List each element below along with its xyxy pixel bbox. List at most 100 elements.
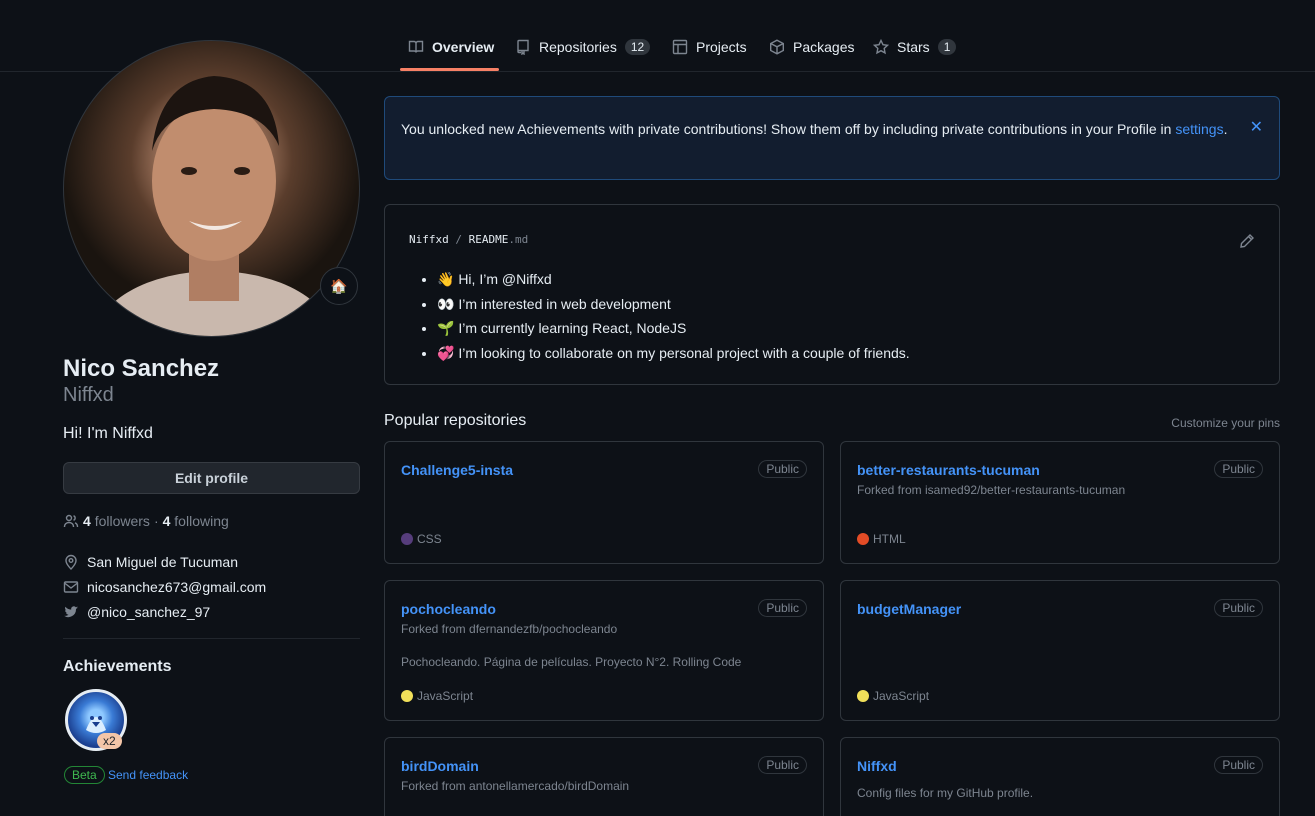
star-icon [873, 39, 889, 55]
twitter-icon [64, 606, 78, 618]
repo-language: CSS [401, 532, 442, 546]
repo-language: JavaScript [857, 689, 929, 703]
visibility-badge: Public [758, 599, 807, 617]
followers-count: 4 [83, 513, 91, 529]
tab-repositories[interactable]: Repositories 12 [515, 30, 651, 64]
visibility-badge: Public [758, 460, 807, 478]
readme-item: 💞️ I’m looking to collaborate on my pers… [437, 341, 910, 366]
followers-label: followers [94, 513, 150, 529]
readme-card: Niffxd / README.md 👋 Hi, I’m @Niffxd 👀 I… [384, 204, 1280, 385]
email-item: nicosanchez673@gmail.com [63, 579, 266, 595]
twitter-link[interactable]: @nico_sanchez_97 [87, 604, 210, 620]
repo-name-link[interactable]: Niffxd [857, 758, 897, 774]
active-tab-indicator [400, 68, 499, 71]
banner-suffix: . [1223, 121, 1228, 137]
visibility-badge: Public [1214, 599, 1263, 617]
settings-link[interactable]: settings [1175, 121, 1223, 137]
followers-link[interactable]: 4 followers [83, 513, 150, 529]
mail-icon [63, 581, 79, 593]
fork-source: Forked from antonellamercado/birdDomain [401, 779, 630, 793]
language-color-dot [857, 533, 869, 545]
tab-label: Overview [432, 39, 495, 55]
readme-item: 👀 I’m interested in web development [437, 292, 910, 317]
tab-packages[interactable]: Packages [769, 30, 854, 64]
repo-name-link[interactable]: pochocleando [401, 601, 496, 617]
location-item: San Miguel de Tucuman [63, 554, 238, 570]
avatar[interactable] [63, 40, 360, 337]
following-count: 4 [162, 513, 171, 529]
achievements-banner: You unlocked new Achievements with priva… [384, 96, 1280, 180]
close-icon[interactable]: ✕ [1250, 117, 1263, 138]
send-feedback-link[interactable]: Send feedback [108, 768, 188, 782]
edit-profile-button[interactable]: Edit profile [63, 462, 360, 494]
visibility-badge: Public [1214, 756, 1263, 774]
book-icon [408, 40, 424, 53]
tab-label: Projects [696, 39, 747, 55]
language-name: HTML [873, 532, 906, 546]
readme-item: 👋 Hi, I’m @Niffxd [437, 267, 910, 292]
tab-stars[interactable]: Stars 1 [873, 30, 957, 64]
readme-item: 🌱 I’m currently learning React, NodeJS [437, 316, 910, 341]
location-icon [65, 554, 77, 570]
repo-description: Config files for my GitHub profile. [857, 786, 1034, 800]
popular-repos-title: Popular repositories [384, 412, 527, 429]
sidebar-divider [63, 638, 360, 639]
visibility-badge: Public [758, 756, 807, 774]
beta-label: Beta [64, 766, 105, 784]
badge-multiplier: x2 [97, 733, 122, 749]
repo-description: Pochocleando. Página de películas. Proye… [401, 655, 742, 669]
repo-icon [517, 39, 529, 55]
readme-ext: .md [508, 233, 529, 246]
fork-source: Forked from dfernandezfb/pochocleando [401, 622, 618, 636]
repo-name-link[interactable]: Challenge5-insta [401, 462, 513, 478]
following-label: following [174, 513, 229, 529]
language-name: CSS [417, 532, 442, 546]
language-color-dot [401, 533, 413, 545]
tab-overview[interactable]: Overview [408, 30, 494, 64]
house-emoji-icon: 🏠 [330, 277, 348, 294]
stars-count: 1 [937, 39, 957, 55]
repo-card: birdDomain Public Forked from antonellam… [384, 737, 824, 816]
tab-label: Packages [793, 39, 855, 55]
repo-language: JavaScript [401, 689, 473, 703]
package-icon [770, 39, 784, 55]
language-name: JavaScript [873, 689, 930, 703]
repo-card: better-restaurants-tucuman Public Forked… [840, 441, 1280, 564]
following-link[interactable]: 4 following [163, 513, 229, 529]
language-color-dot [401, 690, 413, 702]
profile-login: Niffxd [63, 384, 114, 406]
repo-card: Niffxd Public Config files for my GitHub… [840, 737, 1280, 816]
achievements-title: Achievements [63, 658, 172, 675]
profile-name: Nico Sanchez [63, 355, 220, 382]
readme-list: 👋 Hi, I’m @Niffxd 👀 I’m interested in we… [437, 267, 910, 365]
repositories-count: 12 [624, 39, 651, 55]
table-icon [672, 39, 688, 55]
repo-name-link[interactable]: budgetManager [857, 601, 961, 617]
follow-stats: 4 followers · 4 following [63, 513, 229, 529]
readme-file[interactable]: README [469, 233, 509, 246]
readme-owner[interactable]: Niffxd [409, 233, 449, 246]
people-icon [63, 514, 79, 528]
set-status-button[interactable]: 🏠 [320, 267, 358, 305]
email-link[interactable]: nicosanchez673@gmail.com [87, 579, 266, 595]
tab-projects[interactable]: Projects [672, 30, 747, 64]
fork-source: Forked from isamed92/better-restaurants-… [857, 483, 1126, 497]
repo-card: budgetManager Public JavaScript [840, 580, 1280, 721]
customize-pins-link[interactable]: Customize your pins [1171, 416, 1280, 430]
readme-path: Niffxd / README.md [409, 233, 528, 246]
language-color-dot [857, 690, 869, 702]
repo-name-link[interactable]: birdDomain [401, 758, 479, 774]
profile-bio: Hi! I'm Niffxd [63, 425, 153, 442]
visibility-badge: Public [1214, 460, 1263, 478]
readme-edit-button[interactable] [1239, 233, 1255, 249]
path-separator: / [455, 233, 462, 246]
avatar-portrait [94, 76, 334, 336]
banner-text: You unlocked new Achievements with priva… [401, 121, 1172, 137]
repo-card: pochocleando Public Forked from dfernand… [384, 580, 824, 721]
location-text: San Miguel de Tucuman [87, 554, 238, 570]
tab-label: Repositories [539, 39, 617, 55]
twitter-item: @nico_sanchez_97 [63, 604, 210, 620]
repo-card: Challenge5-insta Public CSS [384, 441, 824, 564]
separator-dot: · [153, 513, 159, 529]
repo-name-link[interactable]: better-restaurants-tucuman [857, 462, 1040, 478]
